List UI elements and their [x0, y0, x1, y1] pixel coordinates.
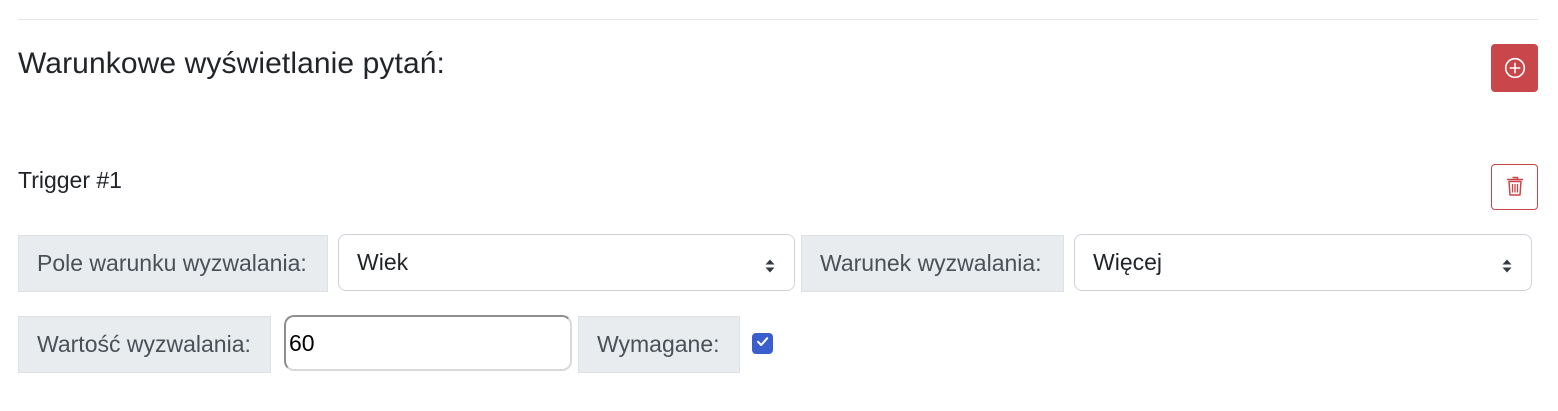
trigger-condition-select[interactable]: Więcej — [1074, 234, 1532, 291]
divider — [18, 19, 1538, 20]
plus-circle-icon — [1504, 57, 1526, 79]
checkmark-icon — [755, 334, 770, 354]
trash-icon — [1506, 175, 1524, 200]
required-label: Wymagane: — [578, 316, 740, 373]
trigger-title: Trigger #1 — [18, 167, 122, 193]
trigger-field-value: Wiek — [357, 249, 409, 275]
select-arrows-icon — [764, 254, 776, 272]
trigger-value-input[interactable] — [284, 315, 572, 371]
conditional-display-panel: Warunkowe wyświetlanie pytań: Trigger #1… — [0, 0, 1558, 411]
section-title: Warunkowe wyświetlanie pytań: — [18, 47, 445, 80]
trigger-value-label: Wartość wyzwalania: — [18, 316, 271, 373]
trigger-condition-label: Warunek wyzwalania: — [801, 235, 1064, 292]
trigger-field-select[interactable]: Wiek — [338, 234, 795, 291]
select-arrows-icon — [1501, 254, 1513, 272]
trigger-field-label: Pole warunku wyzwalania: — [18, 235, 328, 292]
required-checkbox[interactable] — [752, 333, 773, 354]
delete-trigger-button[interactable] — [1491, 164, 1538, 210]
add-trigger-button[interactable] — [1491, 44, 1538, 92]
trigger-condition-value: Więcej — [1093, 249, 1163, 275]
